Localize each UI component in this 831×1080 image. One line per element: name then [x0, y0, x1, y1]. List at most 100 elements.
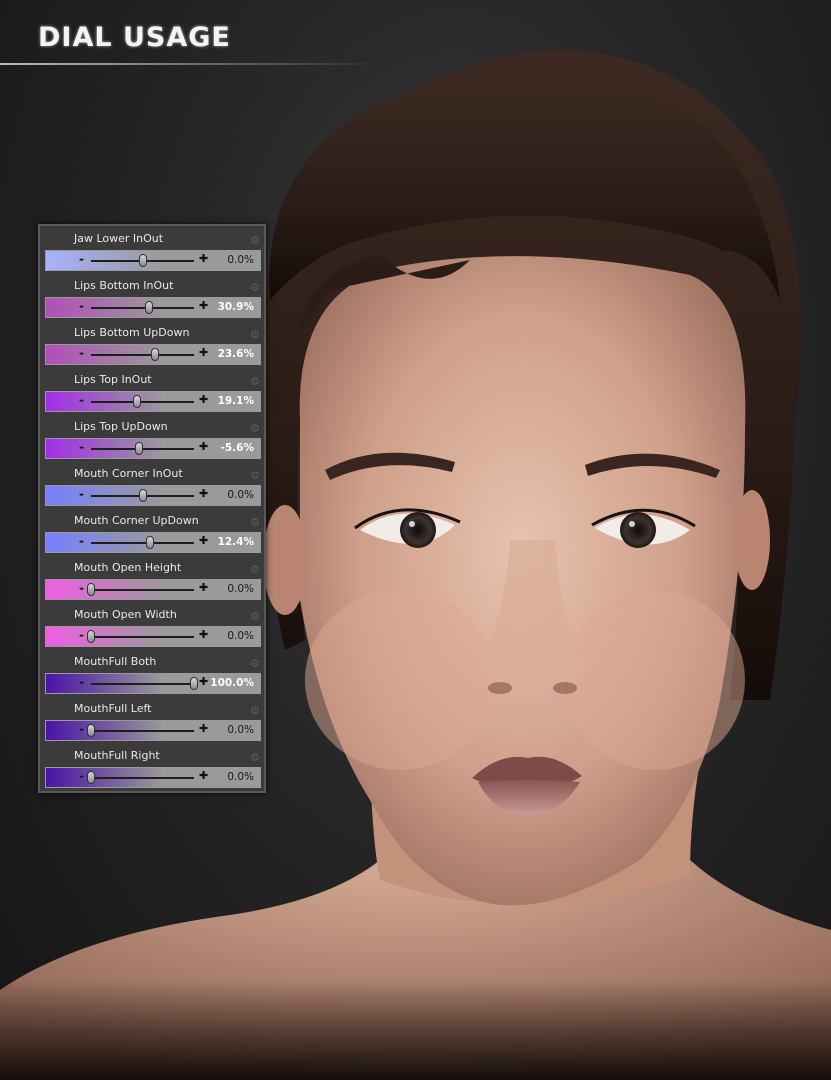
plus-icon[interactable]: ✚: [199, 487, 208, 500]
dial-label: Lips Bottom InOut: [74, 279, 174, 292]
minus-icon[interactable]: -: [79, 628, 84, 642]
dial-label: Mouth Corner InOut: [74, 467, 183, 480]
dial-row-6: Mouth Corner UpDown ⚙ - ✚ 12.4%: [40, 510, 264, 557]
dial-slider[interactable]: - ✚ 0.0%: [45, 626, 261, 647]
dial-track[interactable]: [91, 307, 194, 309]
gear-icon[interactable]: ⚙: [250, 469, 260, 482]
dial-value[interactable]: 0.0%: [227, 630, 254, 642]
dial-label: Lips Top UpDown: [74, 420, 168, 433]
dial-knob[interactable]: [145, 536, 154, 549]
dial-slider[interactable]: - ✚ 100.0%: [45, 673, 261, 694]
dial-track[interactable]: [91, 354, 194, 356]
dial-track[interactable]: [91, 730, 194, 732]
dial-slider[interactable]: - ✚ 0.0%: [45, 579, 261, 600]
gear-icon[interactable]: ⚙: [250, 563, 260, 576]
dial-slider[interactable]: - ✚ 0.0%: [45, 485, 261, 506]
dial-row-9: MouthFull Both ⚙ - ✚ 100.0%: [40, 651, 264, 698]
dial-label: Mouth Corner UpDown: [74, 514, 199, 527]
dial-track[interactable]: [91, 777, 194, 779]
minus-icon[interactable]: -: [79, 346, 84, 360]
gear-icon[interactable]: ⚙: [250, 516, 260, 529]
dial-slider[interactable]: - ✚ 0.0%: [45, 767, 261, 788]
plus-icon[interactable]: ✚: [199, 581, 208, 594]
dial-row-8: Mouth Open Width ⚙ - ✚ 0.0%: [40, 604, 264, 651]
dial-slider[interactable]: - ✚ 0.0%: [45, 250, 261, 271]
dial-track[interactable]: [91, 542, 194, 544]
dial-label: Mouth Open Height: [74, 561, 182, 574]
minus-icon[interactable]: -: [79, 440, 84, 454]
plus-icon[interactable]: ✚: [199, 534, 208, 547]
plus-icon[interactable]: ✚: [199, 252, 208, 265]
dial-track[interactable]: [91, 401, 194, 403]
dial-track[interactable]: [91, 636, 194, 638]
dial-knob[interactable]: [138, 254, 147, 267]
dial-knob[interactable]: [87, 771, 95, 784]
minus-icon[interactable]: -: [79, 722, 84, 736]
dial-row-5: Mouth Corner InOut ⚙ - ✚ 0.0%: [40, 463, 264, 510]
dial-slider[interactable]: - ✚ 12.4%: [45, 532, 261, 553]
gear-icon[interactable]: ⚙: [250, 281, 260, 294]
plus-icon[interactable]: ✚: [199, 628, 208, 641]
dial-value[interactable]: 12.4%: [218, 536, 254, 548]
gear-icon[interactable]: ⚙: [250, 328, 260, 341]
minus-icon[interactable]: -: [79, 534, 84, 548]
dial-slider[interactable]: - ✚ 23.6%: [45, 344, 261, 365]
dial-label: MouthFull Left: [74, 702, 152, 715]
dial-value[interactable]: 30.9%: [218, 301, 254, 313]
plus-icon[interactable]: ✚: [199, 393, 208, 406]
gear-icon[interactable]: ⚙: [250, 751, 260, 764]
dial-value[interactable]: 0.0%: [227, 724, 254, 736]
dial-value[interactable]: -5.6%: [221, 442, 254, 454]
page-title: DIAL USAGE: [38, 22, 231, 53]
dial-knob[interactable]: [133, 395, 142, 408]
dial-knob[interactable]: [190, 677, 198, 690]
plus-icon[interactable]: ✚: [199, 769, 208, 782]
gear-icon[interactable]: ⚙: [250, 422, 260, 435]
gear-icon[interactable]: ⚙: [250, 610, 260, 623]
dial-label: Lips Bottom UpDown: [74, 326, 190, 339]
dial-knob[interactable]: [144, 301, 153, 314]
plus-icon[interactable]: ✚: [199, 440, 208, 453]
gear-icon[interactable]: ⚙: [250, 375, 260, 388]
dial-slider[interactable]: - ✚ 30.9%: [45, 297, 261, 318]
minus-icon[interactable]: -: [79, 675, 84, 689]
plus-icon[interactable]: ✚: [199, 346, 208, 359]
plus-icon[interactable]: ✚: [199, 675, 208, 688]
minus-icon[interactable]: -: [79, 393, 84, 407]
dial-panel: Jaw Lower InOut ⚙ - ✚ 0.0% Lips Bottom I…: [38, 224, 266, 793]
minus-icon[interactable]: -: [79, 252, 84, 266]
dial-knob[interactable]: [87, 630, 95, 643]
dial-value[interactable]: 0.0%: [227, 771, 254, 783]
dial-row-4: Lips Top UpDown ⚙ - ✚ -5.6%: [40, 416, 264, 463]
minus-icon[interactable]: -: [79, 581, 84, 595]
dial-knob[interactable]: [138, 489, 147, 502]
dial-slider[interactable]: - ✚ 19.1%: [45, 391, 261, 412]
dial-row-3: Lips Top InOut ⚙ - ✚ 19.1%: [40, 369, 264, 416]
minus-icon[interactable]: -: [79, 487, 84, 501]
dial-value[interactable]: 0.0%: [227, 583, 254, 595]
dial-value[interactable]: 0.0%: [227, 489, 254, 501]
plus-icon[interactable]: ✚: [199, 299, 208, 312]
dial-knob[interactable]: [135, 442, 144, 455]
gear-icon[interactable]: ⚙: [250, 657, 260, 670]
gear-icon[interactable]: ⚙: [250, 704, 260, 717]
dial-row-7: Mouth Open Height ⚙ - ✚ 0.0%: [40, 557, 264, 604]
dial-row-10: MouthFull Left ⚙ - ✚ 0.0%: [40, 698, 264, 745]
dial-knob[interactable]: [87, 583, 95, 596]
dial-value[interactable]: 0.0%: [227, 254, 254, 266]
dial-knob[interactable]: [87, 724, 95, 737]
dial-slider[interactable]: - ✚ -5.6%: [45, 438, 261, 459]
dial-slider[interactable]: - ✚ 0.0%: [45, 720, 261, 741]
gear-icon[interactable]: ⚙: [250, 234, 260, 247]
dial-row-0: Jaw Lower InOut ⚙ - ✚ 0.0%: [40, 228, 264, 275]
dial-knob[interactable]: [150, 348, 159, 361]
dial-value[interactable]: 19.1%: [218, 395, 254, 407]
minus-icon[interactable]: -: [79, 299, 84, 313]
plus-icon[interactable]: ✚: [199, 722, 208, 735]
minus-icon[interactable]: -: [79, 769, 84, 783]
dial-value[interactable]: 100.0%: [210, 677, 254, 689]
dial-row-1: Lips Bottom InOut ⚙ - ✚ 30.9%: [40, 275, 264, 322]
dial-value[interactable]: 23.6%: [218, 348, 254, 360]
dial-track[interactable]: [91, 589, 194, 591]
dial-track[interactable]: [91, 683, 194, 685]
